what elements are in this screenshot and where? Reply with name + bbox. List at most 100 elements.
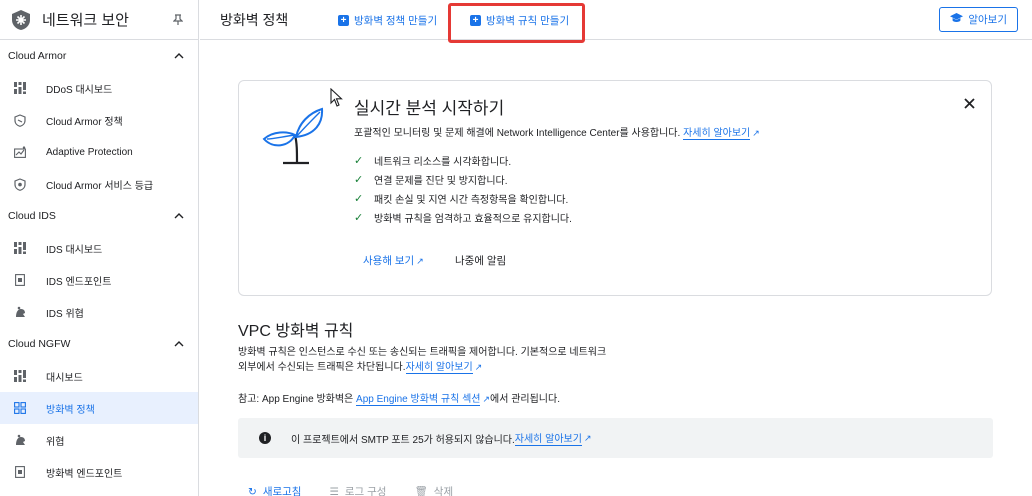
vpc-description-line2-wrap: 외부에서 수신되는 트래픽은 차단됩니다.자세히 알아보기 ↗ — [238, 360, 668, 375]
top-bar: 방화벽 정책 + 방화벽 정책 만들기 + 방화벽 규칙 만들기 알아보기 — [200, 0, 1032, 43]
sidebar: 네트워크 보안 Cloud Armor DDoS 대시보드 Cloud Armo… — [0, 0, 199, 496]
sidebar-item-adaptive-protection[interactable]: Adaptive Protection — [0, 136, 198, 168]
create-firewall-rule-label: 방화벽 규칙 만들기 — [486, 15, 570, 27]
learn-more-link[interactable]: 자세히 알아보기 — [405, 362, 473, 374]
external-link-icon: ↗ — [752, 128, 760, 138]
delete-label: 삭제 — [433, 486, 454, 496]
sidebar-section-cloud-ngfw[interactable]: Cloud NGFW — [0, 328, 198, 360]
sidebar-item-label: Adaptive Protection — [46, 146, 133, 158]
list-item-text: 네트워크 리소스를 시각화합니다. — [374, 157, 512, 168]
list-item: ✓ 패킷 손실 및 지연 시간 측정항목을 확인합니다. — [354, 189, 572, 208]
sidebar-item-ids-dashboard[interactable]: IDS 대시보드 — [0, 232, 198, 264]
sidebar-item-label: 위협 — [46, 436, 65, 448]
sidebar-item-label: IDS 대시보드 — [46, 244, 103, 256]
section-label: Cloud Armor — [8, 50, 67, 62]
close-icon[interactable] — [961, 95, 977, 111]
check-icon: ✓ — [354, 212, 364, 224]
list-item-text: 연결 문제를 진단 및 방지합니다. — [374, 176, 508, 187]
learn-more-link[interactable]: 자세히 알아보기 — [514, 430, 582, 446]
check-icon: ✓ — [354, 155, 364, 167]
add-icon: + — [338, 15, 349, 26]
pin-icon[interactable] — [170, 12, 186, 28]
section-label: Cloud NGFW — [8, 338, 71, 350]
create-firewall-policy-button[interactable]: + 방화벽 정책 만들기 — [338, 13, 437, 28]
vpc-description-line2: 외부에서 수신되는 트래픽은 차단됩니다. — [238, 362, 406, 373]
dashboard-icon — [12, 368, 28, 384]
sidebar-item-label: 방화벽 엔드포인트 — [46, 468, 123, 480]
list-item-text: 패킷 손실 및 지연 시간 측정항목을 확인합니다. — [374, 195, 569, 206]
sidebar-item-ids-threat[interactable]: IDS 위협 — [0, 296, 198, 328]
try-it-button[interactable]: 사용해 보기 ↗ — [363, 253, 424, 268]
app-engine-firewall-link[interactable]: App Engine 방화벽 규칙 섹션 — [356, 394, 481, 406]
external-link-icon: ↗ — [482, 394, 491, 404]
sidebar-section-cloud-ids[interactable]: Cloud IDS — [0, 200, 198, 232]
try-it-label: 사용해 보기 — [363, 255, 415, 267]
configure-logs-label: 로그 구성 — [344, 486, 387, 496]
external-link-icon: ↗ — [583, 432, 592, 443]
check-icon: ✓ — [354, 193, 364, 205]
benefit-list: ✓ 네트워크 리소스를 시각화합니다. ✓ 연결 문제를 진단 및 방지합니다. ✓… — [354, 151, 572, 227]
card-title: 실시간 분석 시작하기 — [354, 99, 505, 118]
trash-icon: 🗑 — [414, 486, 428, 496]
sidebar-item-cloud-armor-tier[interactable]: Cloud Armor 서비스 등급 — [0, 168, 198, 200]
section-label: Cloud IDS — [8, 210, 56, 222]
sidebar-item-ngfw-dashboard[interactable]: 대시보드 — [0, 360, 198, 392]
learn-label: 알아보기 — [968, 14, 1007, 26]
app-engine-note: 참고: App Engine 방화벽은 App Engine 방화벽 규칙 섹션… — [238, 390, 560, 406]
sidebar-item-ids-endpoint[interactable]: IDS 엔드포인트 — [0, 264, 198, 296]
chevron-up-icon — [174, 210, 184, 222]
sidebar-item-label: IDS 위협 — [46, 308, 84, 320]
note-prefix: 참고: App Engine 방화벽은 — [238, 394, 357, 405]
vpc-firewall-rules-heading: VPC 방화벽 규칙 — [238, 323, 354, 340]
sidebar-section-cloud-armor[interactable]: Cloud Armor — [0, 40, 198, 72]
external-link-icon: ↗ — [474, 362, 483, 372]
dashboard-icon — [12, 240, 28, 256]
card-description-text: 포괄적인 모니터링 및 문제 해결에 Network Intelligence … — [354, 128, 681, 139]
smtp-info-banner: i 이 프로젝트에서 SMTP 포트 25가 허용되지 않습니다. 자세히 알아보… — [238, 418, 993, 458]
list-item: ✓ 네트워크 리소스를 시각화합니다. — [354, 151, 572, 170]
adaptive-icon — [12, 144, 28, 160]
sidebar-item-label: IDS 엔드포인트 — [46, 276, 112, 288]
mouse-cursor-icon — [330, 87, 344, 108]
school-cap-icon — [950, 13, 964, 26]
card-description: 포괄적인 모니터링 및 문제 해결에 Network Intelligence … — [354, 124, 760, 140]
vertical-scrollbar[interactable] — [1018, 40, 1032, 496]
note-suffix: 에서 관리됩니다. — [490, 394, 560, 405]
list-item-text: 방화벽 규칙을 엄격하고 효율적으로 유지합니다. — [374, 214, 572, 225]
table-toolbar: ↻ 새로고침 ☰ 로그 구성 🗑 삭제 — [248, 484, 481, 496]
sidebar-item-cloud-armor-policy[interactable]: Cloud Armor 정책 — [0, 104, 198, 136]
vpc-description: 방화벽 규칙은 인스턴스로 수신 또는 송신되는 트래픽을 제어합니다. 기본적… — [238, 345, 668, 375]
firewall-icon — [12, 400, 28, 416]
sidebar-item-label: 방화벽 정책 — [46, 404, 95, 416]
sidebar-item-ngfw-threat[interactable]: 위협 — [0, 424, 198, 456]
configure-logs-button[interactable]: ☰ 로그 구성 — [329, 484, 386, 496]
create-firewall-policy-label: 방화벽 정책 만들기 — [354, 15, 438, 27]
external-link-icon: ↗ — [416, 256, 424, 266]
endpoint-icon — [12, 464, 28, 480]
plant-illustration-icon — [261, 101, 327, 171]
vpc-description-line1: 방화벽 규칙은 인스턴스로 수신 또는 송신되는 트래픽을 제어합니다. 기본적… — [238, 347, 607, 358]
list-item: ✓ 방화벽 규칙을 엄격하고 효율적으로 유지합니다. — [354, 208, 572, 227]
sidebar-title: 네트워크 보안 — [42, 12, 129, 29]
create-firewall-rule-button[interactable]: + 방화벽 규칙 만들기 — [470, 13, 569, 28]
refresh-button[interactable]: ↻ 새로고침 — [248, 484, 301, 496]
page-title: 방화벽 정책 — [220, 11, 289, 28]
delete-button[interactable]: 🗑 삭제 — [414, 484, 453, 496]
sidebar-item-ddos-dashboard[interactable]: DDoS 대시보드 — [0, 72, 198, 104]
sidebar-item-firewall-policy[interactable]: 방화벽 정책 — [0, 392, 198, 424]
chevron-up-icon — [174, 338, 184, 350]
sidebar-item-label: 대시보드 — [46, 372, 83, 384]
info-icon: i — [259, 432, 271, 444]
sidebar-item-firewall-endpoint[interactable]: 방화벽 엔드포인트 — [0, 456, 198, 488]
remind-later-label: 나중에 알림 — [455, 255, 507, 267]
refresh-icon: ↻ — [248, 485, 257, 496]
remind-later-button[interactable]: 나중에 알림 — [455, 253, 506, 268]
chevron-up-icon — [174, 50, 184, 62]
network-security-logo-icon — [10, 9, 32, 31]
sidebar-header: 네트워크 보안 — [0, 0, 198, 40]
learn-button[interactable]: 알아보기 — [939, 7, 1018, 32]
learn-more-link[interactable]: 자세히 알아보기 — [683, 128, 751, 140]
sidebar-item-label: DDoS 대시보드 — [46, 84, 113, 96]
check-icon: ✓ — [354, 174, 364, 186]
threat-icon — [12, 304, 28, 320]
